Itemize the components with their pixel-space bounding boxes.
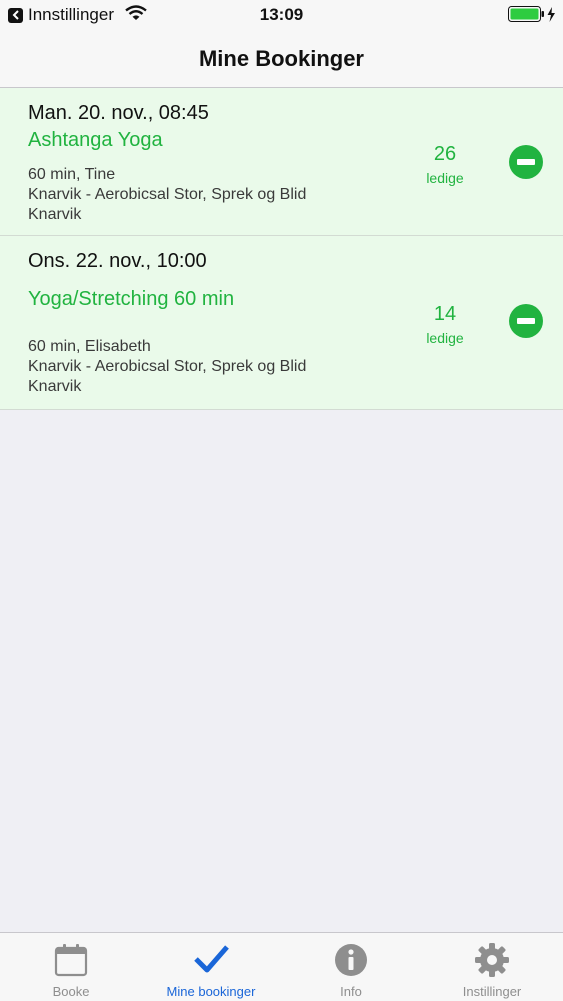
status-bar: Innstillinger 13:09	[0, 0, 563, 30]
booking-location: Knarvik - Aerobicsal Stor, Sprek og Blid…	[28, 358, 307, 395]
tab-label: Instillinger	[462, 984, 522, 999]
booking-duration-instructor: 60 min, Elisabeth	[28, 338, 151, 355]
battery-charging-icon	[508, 6, 558, 29]
spots-label: ledige	[426, 170, 464, 186]
booking-date: Ons. 22. nov., 10:00	[28, 250, 207, 272]
checkmark-icon	[193, 942, 229, 978]
booking-details: 60 min, Tine Knarvik - Aerobicsal Stor, …	[28, 165, 328, 225]
tab-label: Booke	[52, 984, 90, 999]
booking-row[interactable]: Ons. 22. nov., 10:00 Yoga/Stretching 60 …	[0, 236, 563, 410]
info-icon	[333, 942, 369, 978]
booking-details: 60 min, Elisabeth Knarvik - Aerobicsal S…	[28, 337, 328, 397]
booking-title: Yoga/Stretching 60 min	[28, 288, 235, 310]
booking-date: Man. 20. nov., 08:45	[28, 102, 209, 124]
tab-label: Info	[340, 984, 362, 999]
clock: 13:09	[259, 5, 304, 24]
booking-location: Knarvik - Aerobicsal Stor, Sprek og Blid…	[28, 186, 307, 223]
tab-bar: Booke Mine bookinger Info Instillinger	[0, 932, 563, 1001]
gear-icon	[474, 942, 510, 978]
page-title: Mine Bookinger	[198, 46, 364, 71]
tab-instillinger[interactable]: Instillinger	[422, 933, 562, 1001]
available-spots: 14 ledige	[405, 303, 485, 346]
calendar-icon	[53, 942, 89, 978]
nav-bar: Mine Bookinger	[0, 30, 563, 88]
tab-info[interactable]: Info	[281, 933, 421, 1001]
booking-row[interactable]: Man. 20. nov., 08:45 Ashtanga Yoga 60 mi…	[0, 88, 563, 236]
spots-count: 26	[433, 143, 457, 165]
cancel-booking-minus-icon[interactable]	[509, 304, 543, 338]
tab-label: Mine bookinger	[166, 984, 256, 999]
spots-count: 14	[433, 303, 457, 325]
available-spots: 26 ledige	[405, 143, 485, 186]
bookings-list: Man. 20. nov., 08:45 Ashtanga Yoga 60 mi…	[0, 88, 563, 410]
cancel-booking-minus-icon[interactable]	[509, 145, 543, 179]
booking-duration-instructor: 60 min, Tine	[28, 166, 116, 183]
spots-label: ledige	[426, 330, 464, 346]
tab-mine-bookinger[interactable]: Mine bookinger	[141, 933, 281, 1001]
booking-title: Ashtanga Yoga	[28, 129, 163, 151]
tab-booke[interactable]: Booke	[1, 933, 141, 1001]
